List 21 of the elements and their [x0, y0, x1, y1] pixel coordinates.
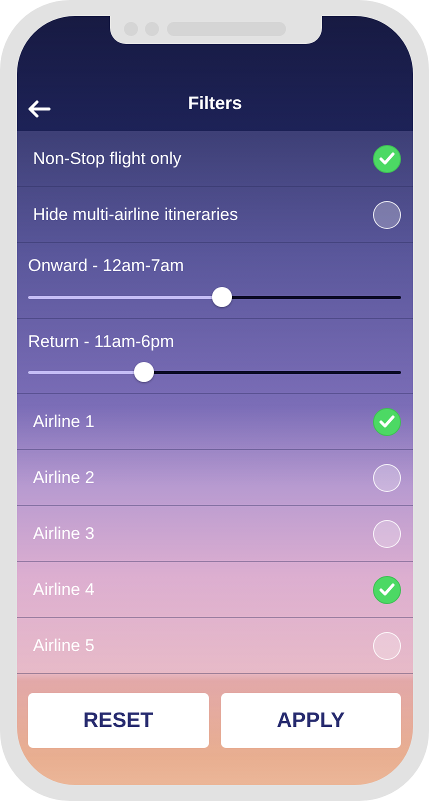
checkbox[interactable]: [373, 576, 401, 604]
slider-label: Return - 11am-6pm: [28, 330, 176, 352]
check-icon: [379, 583, 395, 596]
option-label: Non-Stop flight only: [33, 148, 182, 170]
check-icon: [379, 152, 395, 165]
slider-thumb[interactable]: [134, 362, 154, 382]
option-label: Airline 4: [33, 578, 94, 601]
reset-button[interactable]: RESET: [28, 693, 208, 748]
slider-label: Onward - 12am-7am: [28, 255, 185, 277]
option-label: Airline 2: [33, 466, 94, 489]
option-label: Hide multi-airline itineraries: [33, 204, 238, 226]
screen-title: Filters: [188, 92, 242, 115]
option-label: Airline 3: [33, 522, 94, 545]
apply-button[interactable]: APPLY: [220, 693, 401, 748]
back-icon[interactable]: [27, 100, 51, 118]
option-label: Airline 5: [33, 634, 94, 657]
slider-thumb[interactable]: [212, 286, 232, 306]
check-icon: [379, 415, 395, 428]
checkbox[interactable]: [373, 144, 401, 172]
checkbox[interactable]: [373, 408, 401, 436]
option-label: Airline 1: [33, 410, 94, 433]
